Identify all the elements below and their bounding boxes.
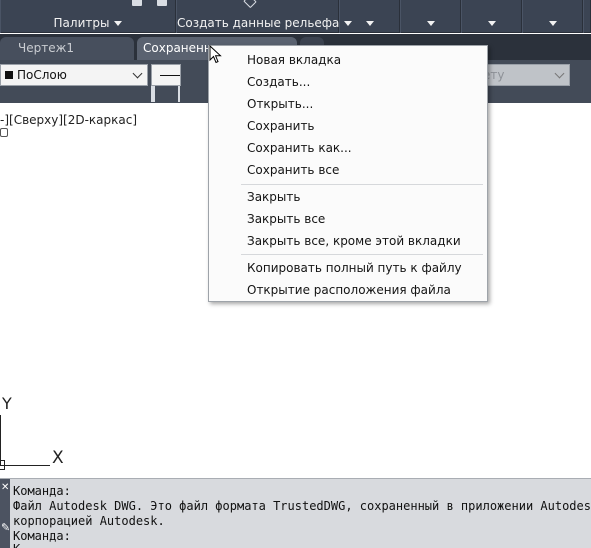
axis-x-label: X <box>52 448 64 468</box>
axis-y-label: Y <box>2 394 12 413</box>
command-prompt-line[interactable]: К <box>13 542 20 548</box>
tab-label: Чертеж1 <box>18 41 75 55</box>
mouse-cursor-icon <box>209 45 222 64</box>
ribbon-panel-collapsed[interactable] <box>583 0 591 33</box>
palette-icon[interactable] <box>157 0 167 6</box>
ribbon-panel-collapsed[interactable] <box>400 0 461 33</box>
menu-item-open-file-location[interactable]: Открытие расположения файла <box>209 280 487 302</box>
menu-separator <box>241 184 483 185</box>
linetype-dropdown[interactable] <box>151 64 181 86</box>
color-swatch-icon <box>5 71 13 79</box>
ribbon-panel-palettes[interactable]: Палитры <box>0 0 176 33</box>
ribbon: Палитры Создать данные рельефа <box>0 0 591 33</box>
close-icon[interactable]: ✕ <box>1 482 9 493</box>
palettes-label: Палитры <box>53 16 110 30</box>
menu-item-close[interactable]: Закрыть <box>209 187 487 209</box>
viewport-controls[interactable]: -][Сверху][2D-каркас] <box>0 113 137 127</box>
command-history-line: Файл Autodesk DWG. Это файл формата Trus… <box>13 499 591 513</box>
create-terrain-dropdown[interactable]: Создать данные рельефа <box>177 16 353 30</box>
layer-dropdown[interactable]: ПоСлою <box>0 64 148 86</box>
menu-item-save[interactable]: Сохранить <box>209 116 487 138</box>
command-history-line: Команда: <box>13 529 71 543</box>
command-line: ✕ ✎ Команда: Файл Autodesk DWG. Это файл… <box>0 478 591 548</box>
tab-context-menu: Новая вкладка Создать... Открыть... Сохр… <box>208 45 488 302</box>
ribbon-panel-collapsed[interactable] <box>339 0 400 33</box>
ucs-x-axis <box>0 465 50 466</box>
linetype-preview <box>160 75 180 76</box>
menu-item-close-all[interactable]: Закрыть все <box>209 209 487 231</box>
menu-item-copy-full-path[interactable]: Копировать полный путь к файлу <box>209 258 487 280</box>
command-history-line: корпорацией Autodesk. <box>13 514 165 528</box>
layer-value: ПоСлою <box>17 68 67 82</box>
chevron-down-icon <box>114 21 123 26</box>
ribbon-panel-terrain[interactable]: Создать данные рельефа <box>176 0 353 33</box>
menu-item-save-as[interactable]: Сохранить как... <box>209 138 487 160</box>
ribbon-panel-collapsed[interactable] <box>461 0 522 33</box>
chevron-down-icon <box>132 68 143 79</box>
divider <box>151 86 155 102</box>
palettes-dropdown[interactable]: Палитры <box>1 16 175 30</box>
menu-item-open[interactable]: Открыть... <box>209 94 487 116</box>
chevron-down-icon <box>554 68 565 79</box>
menu-item-close-all-but-this[interactable]: Закрыть все, кроме этой вкладки <box>209 231 487 253</box>
ribbon-panel-collapsed[interactable] <box>522 0 583 33</box>
tab-drawing1[interactable]: Чертеж1 <box>0 37 134 60</box>
ucs-y-axis <box>0 415 1 465</box>
palette-icon[interactable] <box>132 0 142 6</box>
command-line-grip[interactable]: ✕ ✎ <box>0 479 10 548</box>
wrench-icon[interactable]: ✎ <box>1 521 10 534</box>
menu-item-create[interactable]: Создать... <box>209 72 487 94</box>
terrain-icon[interactable] <box>243 0 257 9</box>
divider <box>178 86 180 102</box>
chevron-down-icon <box>365 21 374 26</box>
chevron-down-icon <box>426 21 435 26</box>
menu-separator <box>241 254 483 255</box>
chevron-down-icon <box>487 21 496 26</box>
menu-item-save-all[interactable]: Сохранить все <box>209 160 487 182</box>
menu-item-new-tab[interactable]: Новая вкладка <box>209 50 487 72</box>
chevron-down-icon <box>548 21 557 26</box>
view-cube-icon[interactable] <box>0 128 8 137</box>
ucs-origin-icon <box>0 460 5 470</box>
create-terrain-label: Создать данные рельефа <box>177 16 340 30</box>
command-history-line: Команда: <box>13 484 71 498</box>
